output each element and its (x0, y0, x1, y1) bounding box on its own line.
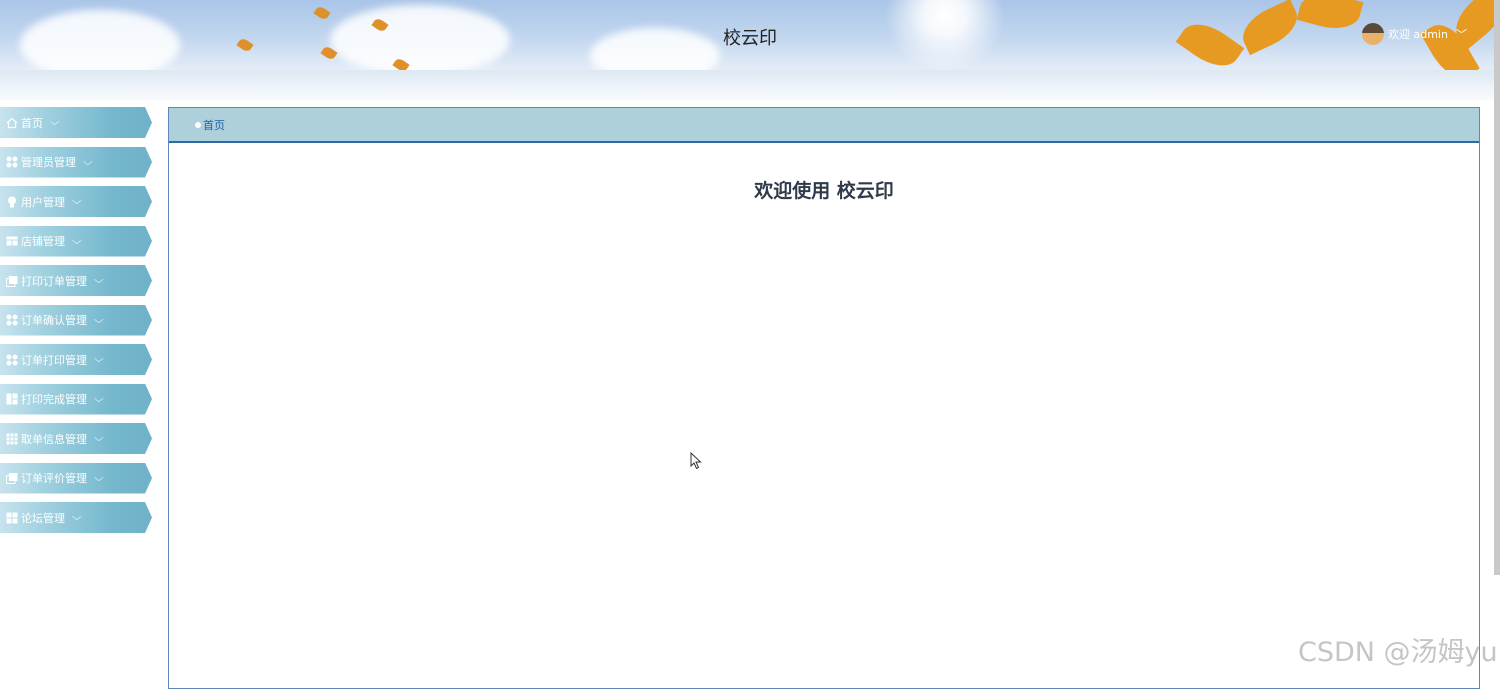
sidebar-item-label: 管理员管理 (21, 156, 76, 169)
breadcrumb: 首页 (169, 108, 1479, 143)
grid-circles-icon (5, 314, 18, 327)
sidebar-item-user-management[interactable]: 用户管理 ⌵ (0, 186, 152, 217)
sidebar-item-label: 打印订单管理 (21, 274, 87, 288)
sidebar-item-pickup-info-management[interactable]: 取单信息管理 ⌵ (0, 423, 152, 454)
chevron-down-icon: ⌵ (93, 275, 104, 286)
sidebar-item-print-order-management[interactable]: 打印订单管理 ⌵ (0, 265, 152, 296)
chevron-down-icon: ⌵ (93, 433, 104, 444)
chevron-down-icon: ⌵ (71, 196, 82, 207)
sidebar-item-label: 订单打印管理 (21, 353, 87, 367)
chevron-down-icon: ⌵ (93, 393, 104, 405)
breadcrumb-home-link[interactable]: 首页 (203, 117, 225, 133)
page-scrollbar[interactable] (1494, 0, 1500, 575)
app-title: 校云印 (723, 28, 777, 49)
layout-icon (5, 511, 18, 524)
sidebar-item-label: 店铺管理 (21, 235, 65, 248)
sidebar-nav: 首页 ⌵ 管理员管理 ⌵ 用户管理 ⌵ 店铺管理 ⌵ 打印订单管理 ⌵ 订单确认… (0, 107, 155, 542)
sidebar-item-order-review-management[interactable]: 订单评价管理 ⌵ (0, 462, 152, 494)
sidebar-item-home[interactable]: 首页 ⌵ (0, 107, 152, 138)
layout-icon (5, 393, 18, 406)
sidebar-item-label: 订单评价管理 (21, 472, 87, 485)
sidebar-item-order-print-management[interactable]: 订单打印管理 ⌵ (0, 344, 152, 375)
mouse-cursor-icon (690, 452, 702, 470)
welcome-heading: 欢迎使用 校云印 (754, 180, 894, 202)
watermark-text: CSDN @汤姆yu (1298, 637, 1498, 668)
sidebar-item-shop-management[interactable]: 店铺管理 ⌵ (0, 225, 152, 257)
sidebar-item-forum-management[interactable]: 论坛管理 ⌵ (0, 502, 152, 533)
grid-circles-icon (5, 353, 18, 366)
chevron-down-icon: ⌵ (71, 512, 82, 523)
chevron-down-icon: ⌵ (82, 156, 93, 168)
chevron-down-icon: ⌵ (93, 314, 104, 326)
chevron-down-icon: ⌵ (93, 354, 104, 365)
avatar (1362, 23, 1384, 45)
shop-icon (5, 235, 18, 248)
copy-icon (5, 274, 18, 287)
user-greeting: 欢迎 admin (1388, 28, 1448, 41)
sidebar-item-label: 订单确认管理 (21, 314, 87, 327)
sidebar-item-print-complete-management[interactable]: 打印完成管理 ⌵ (0, 383, 152, 415)
chevron-down-icon: ﹀ (1455, 29, 1467, 41)
sidebar-item-order-confirm-management[interactable]: 订单确认管理 ⌵ (0, 304, 152, 336)
copy-icon (5, 472, 18, 485)
home-icon (5, 116, 18, 129)
sidebar-item-label: 用户管理 (21, 195, 65, 209)
chevron-down-icon: ⌵ (49, 117, 60, 128)
sidebar-item-label: 论坛管理 (21, 511, 65, 525)
user-menu[interactable]: 欢迎 admin ﹀ (1362, 22, 1467, 46)
apps-icon (5, 432, 18, 445)
user-icon (5, 195, 18, 208)
chevron-down-icon: ⌵ (93, 472, 104, 484)
sidebar-item-label: 打印完成管理 (21, 393, 87, 406)
dot-icon (195, 121, 201, 128)
header-subbar (0, 70, 1500, 100)
grid-circles-icon (5, 156, 18, 169)
main-content: 首页 欢迎使用 校云印 (168, 107, 1480, 689)
chevron-down-icon: ⌵ (71, 235, 82, 247)
sidebar-item-label: 取单信息管理 (21, 432, 87, 446)
header-banner: 校云印 欢迎 admin ﹀ (0, 0, 1500, 70)
sidebar-item-admin-management[interactable]: 管理员管理 ⌵ (0, 146, 152, 178)
sidebar-item-label: 首页 (21, 116, 43, 130)
leaf (313, 4, 331, 22)
